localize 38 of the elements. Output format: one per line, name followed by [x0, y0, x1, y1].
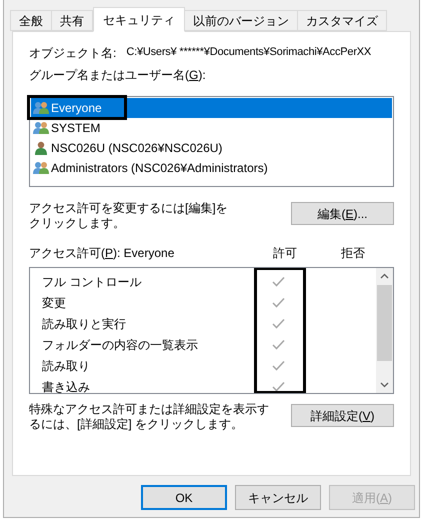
advanced-hint: 特殊なアクセス許可または詳細設定を表示するには、[詳細設定] をクリックします。 — [29, 402, 269, 432]
users-icon — [33, 101, 49, 115]
tab[interactable]: 共有 — [51, 10, 93, 31]
checkmark-icon — [272, 276, 284, 287]
edit-button[interactable]: 編集(E)... — [291, 202, 394, 225]
dialog-button[interactable]: キャンセル — [235, 485, 321, 510]
permission-name: フォルダーの内容の一覧表示 — [41, 336, 199, 354]
tab[interactable]: 以前のバージョン — [184, 10, 298, 31]
checkmark-icon — [272, 297, 284, 308]
group-list-item[interactable]: NSC026U (NSC026¥NSC026U) — [31, 138, 392, 158]
group-list-label: グループ名またはユーザー名(G): — [29, 68, 206, 82]
object-name-label: オブジェクト名: — [29, 45, 116, 62]
group-list-item[interactable]: SYSTEM — [31, 118, 392, 138]
user-icon — [33, 141, 49, 155]
checkmark-icon — [272, 318, 284, 329]
advanced-button[interactable]: 詳細設定(V) — [291, 404, 394, 427]
checkmark-icon — [272, 360, 284, 371]
permission-name: 変更 — [41, 294, 67, 312]
permission-name: 書き込み — [41, 378, 91, 393]
permission-name: 読み取りと実行 — [41, 316, 127, 332]
permission-name: フル コントロール — [41, 274, 142, 290]
tab[interactable]: セキュリティ — [93, 7, 185, 32]
deny-header: 拒否 — [341, 245, 365, 262]
checkmark-icon — [272, 339, 284, 350]
group-list-item[interactable]: Administrators (NSC026¥Administrators) — [31, 158, 392, 178]
scrollbar-thumb[interactable] — [377, 285, 392, 361]
dialog-button[interactable]: OK — [141, 485, 227, 510]
scrollbar[interactable] — [376, 268, 393, 393]
permission-name: 読み取り — [41, 358, 91, 374]
edit-hint: アクセス許可を変更するには[編集]をクリックします。 — [29, 201, 229, 231]
tab[interactable]: 全般 — [10, 10, 52, 31]
tab[interactable]: カスタマイズ — [297, 10, 387, 31]
allow-header: 許可 — [273, 245, 298, 262]
object-name-value: C:¥Users¥ ******¥Documents¥Sorimachi¥AccPerXX — [126, 45, 372, 60]
users-icon — [33, 161, 49, 175]
users-icon — [33, 121, 49, 135]
checkmark-icon — [272, 381, 284, 392]
permissions-label: アクセス許可(P): Everyone — [29, 245, 176, 262]
